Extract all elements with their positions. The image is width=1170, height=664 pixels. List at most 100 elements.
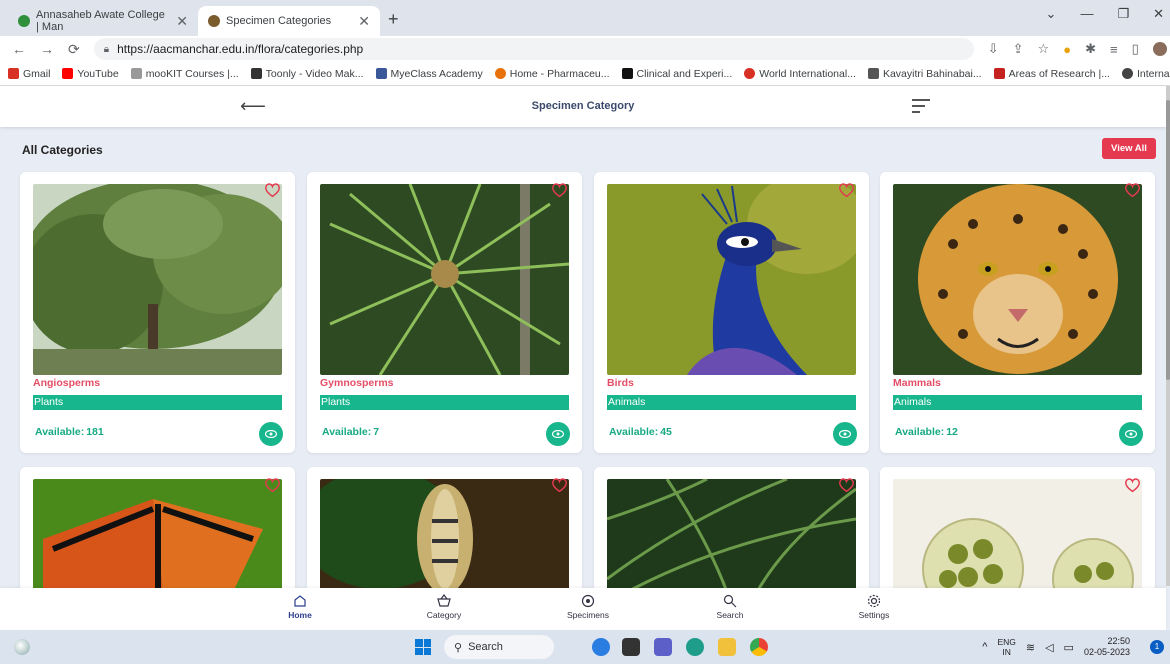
install-icon[interactable]: ⇩	[988, 41, 999, 57]
heart-icon[interactable]	[1124, 182, 1141, 198]
notification-badge[interactable]: 1	[1150, 640, 1164, 654]
nav-specimens[interactable]: Specimens	[548, 594, 628, 620]
nav-label: Search	[716, 610, 744, 620]
sidepanel-icon[interactable]: ▯	[1132, 41, 1139, 57]
search-icon: ⚲	[454, 641, 463, 654]
heart-icon[interactable]	[551, 477, 568, 493]
browser-tabstrip: Annasaheb Awate College | Man ✕ Specimen…	[0, 0, 1170, 36]
available-count: Available: 181	[35, 426, 104, 438]
bookmark-item[interactable]: Kavayitri Bahinabai...	[867, 68, 982, 80]
nav-category[interactable]: Category	[404, 594, 484, 620]
chevron-down-icon[interactable]: ⌄	[1046, 6, 1057, 22]
view-button[interactable]	[546, 422, 570, 446]
bookmark-item[interactable]: mooKIT Courses |...	[130, 68, 239, 80]
bookmark-item[interactable]: World International...	[744, 68, 856, 80]
chevron-up-icon[interactable]: ^	[982, 641, 987, 653]
category-card[interactable]	[594, 467, 869, 592]
category-card[interactable]: Gymnosperms Plants Available: 7	[307, 172, 582, 453]
hamburger-menu-icon[interactable]	[912, 99, 930, 117]
wifi-icon[interactable]: ≋	[1026, 641, 1035, 654]
scrollbar-thumb[interactable]	[1166, 100, 1170, 380]
close-icon[interactable]: ✕	[176, 13, 188, 30]
battery-icon[interactable]: ▭	[1064, 641, 1074, 654]
bookmark-item[interactable]: Clinical and Experi...	[621, 68, 732, 80]
category-name[interactable]: Mammals	[893, 377, 941, 389]
toolbar-icons: ⇩ ⇪ ☆ ● ✱ ≡ ▯ ⋮	[988, 41, 1170, 57]
language-indicator[interactable]: ENG IN	[997, 637, 1015, 657]
extension-icon[interactable]: ●	[1063, 42, 1071, 57]
heart-icon[interactable]	[838, 477, 855, 493]
view-button[interactable]	[1119, 422, 1143, 446]
app-header: ⟵ Specimen Category	[0, 86, 1166, 127]
search-icon	[723, 594, 737, 608]
bookmark-item[interactable]: Areas of Research |...	[993, 68, 1110, 80]
clock[interactable]: 22:50 02-05-2023	[1084, 636, 1130, 658]
edge-icon[interactable]	[686, 638, 704, 656]
minimize-icon[interactable]: —	[1080, 6, 1093, 22]
reload-icon[interactable]: ⟳	[68, 41, 80, 58]
category-name[interactable]: Gymnosperms	[320, 377, 394, 389]
nav-search[interactable]: Search	[690, 594, 770, 620]
available-count: Available: 45	[609, 426, 672, 438]
category-card[interactable]	[880, 467, 1155, 592]
category-card[interactable]: Mammals Animals Available: 12	[880, 172, 1155, 453]
heart-icon[interactable]	[1124, 477, 1141, 493]
restore-icon[interactable]: ❐	[1117, 6, 1129, 22]
heart-icon[interactable]	[264, 477, 281, 493]
heart-icon[interactable]	[264, 182, 281, 198]
world-icon	[744, 68, 756, 79]
reading-list-icon[interactable]: ≡	[1110, 42, 1118, 57]
new-tab-button[interactable]: +	[380, 9, 409, 36]
address-bar[interactable]: 🔒︎ https://aacmanchar.edu.in/flora/categ…	[93, 38, 974, 60]
bookmark-item[interactable]: Toonly - Video Mak...	[250, 68, 364, 80]
bookmark-item[interactable]: Home - Pharmaceu...	[494, 68, 610, 80]
myeclass-icon	[375, 68, 387, 79]
taskbar-search[interactable]: ⚲ Search	[444, 635, 554, 659]
browser-tab-college[interactable]: Annasaheb Awate College | Man ✕	[8, 6, 198, 36]
bookmark-item[interactable]: YouTube	[62, 68, 119, 80]
nav-home[interactable]: Home	[260, 594, 340, 620]
bookmark-item[interactable]: Gmail	[8, 68, 50, 80]
file-explorer-icon[interactable]	[718, 638, 736, 656]
bing-icon[interactable]	[592, 638, 610, 656]
browser-tab-specimen[interactable]: Specimen Categories ✕	[198, 6, 380, 36]
category-name[interactable]: Angiosperms	[33, 377, 100, 389]
weather-icon[interactable]	[14, 639, 30, 655]
eye-icon	[552, 430, 564, 438]
available-count: Available: 7	[322, 426, 380, 438]
view-button[interactable]	[833, 422, 857, 446]
close-window-icon[interactable]: ✕	[1153, 6, 1164, 22]
taskview-icon[interactable]	[622, 638, 640, 656]
nav-label: Specimens	[566, 610, 610, 620]
bookmark-item[interactable]: International Food...	[1121, 68, 1170, 80]
category-card[interactable]	[307, 467, 582, 592]
start-button[interactable]	[415, 639, 431, 655]
star-icon[interactable]: ☆	[1038, 41, 1050, 57]
nav-label: Home	[288, 610, 312, 620]
category-name[interactable]: Birds	[607, 377, 634, 389]
gear-icon	[867, 594, 881, 608]
pharma-icon	[494, 68, 506, 79]
share-icon[interactable]: ⇪	[1013, 41, 1024, 57]
category-card[interactable]: Birds Animals Available: 45	[594, 172, 869, 453]
avatar[interactable]	[1152, 42, 1167, 56]
globe-icon	[1121, 68, 1133, 79]
back-icon[interactable]: ←	[12, 41, 26, 57]
heart-icon[interactable]	[838, 182, 855, 198]
toonly-icon	[250, 68, 262, 79]
category-card[interactable]: Angiosperms Plants Available: 181	[20, 172, 295, 453]
nav-settings[interactable]: Settings	[834, 594, 914, 620]
teams-icon[interactable]	[654, 638, 672, 656]
view-button[interactable]	[259, 422, 283, 446]
bookmark-item[interactable]: MyeClass Academy	[375, 68, 483, 80]
heart-icon[interactable]	[551, 182, 568, 198]
tab-title: Annasaheb Awate College | Man	[36, 9, 165, 33]
view-all-button[interactable]: View All	[1102, 138, 1156, 159]
forward-icon[interactable]: →	[40, 41, 54, 57]
puzzle-icon[interactable]: ✱	[1085, 41, 1096, 57]
category-image-gymnosperms	[320, 184, 569, 375]
close-icon[interactable]: ✕	[358, 13, 370, 30]
category-card[interactable]	[20, 467, 295, 592]
volume-icon[interactable]: ◁	[1045, 641, 1053, 654]
chrome-icon[interactable]	[750, 638, 768, 656]
